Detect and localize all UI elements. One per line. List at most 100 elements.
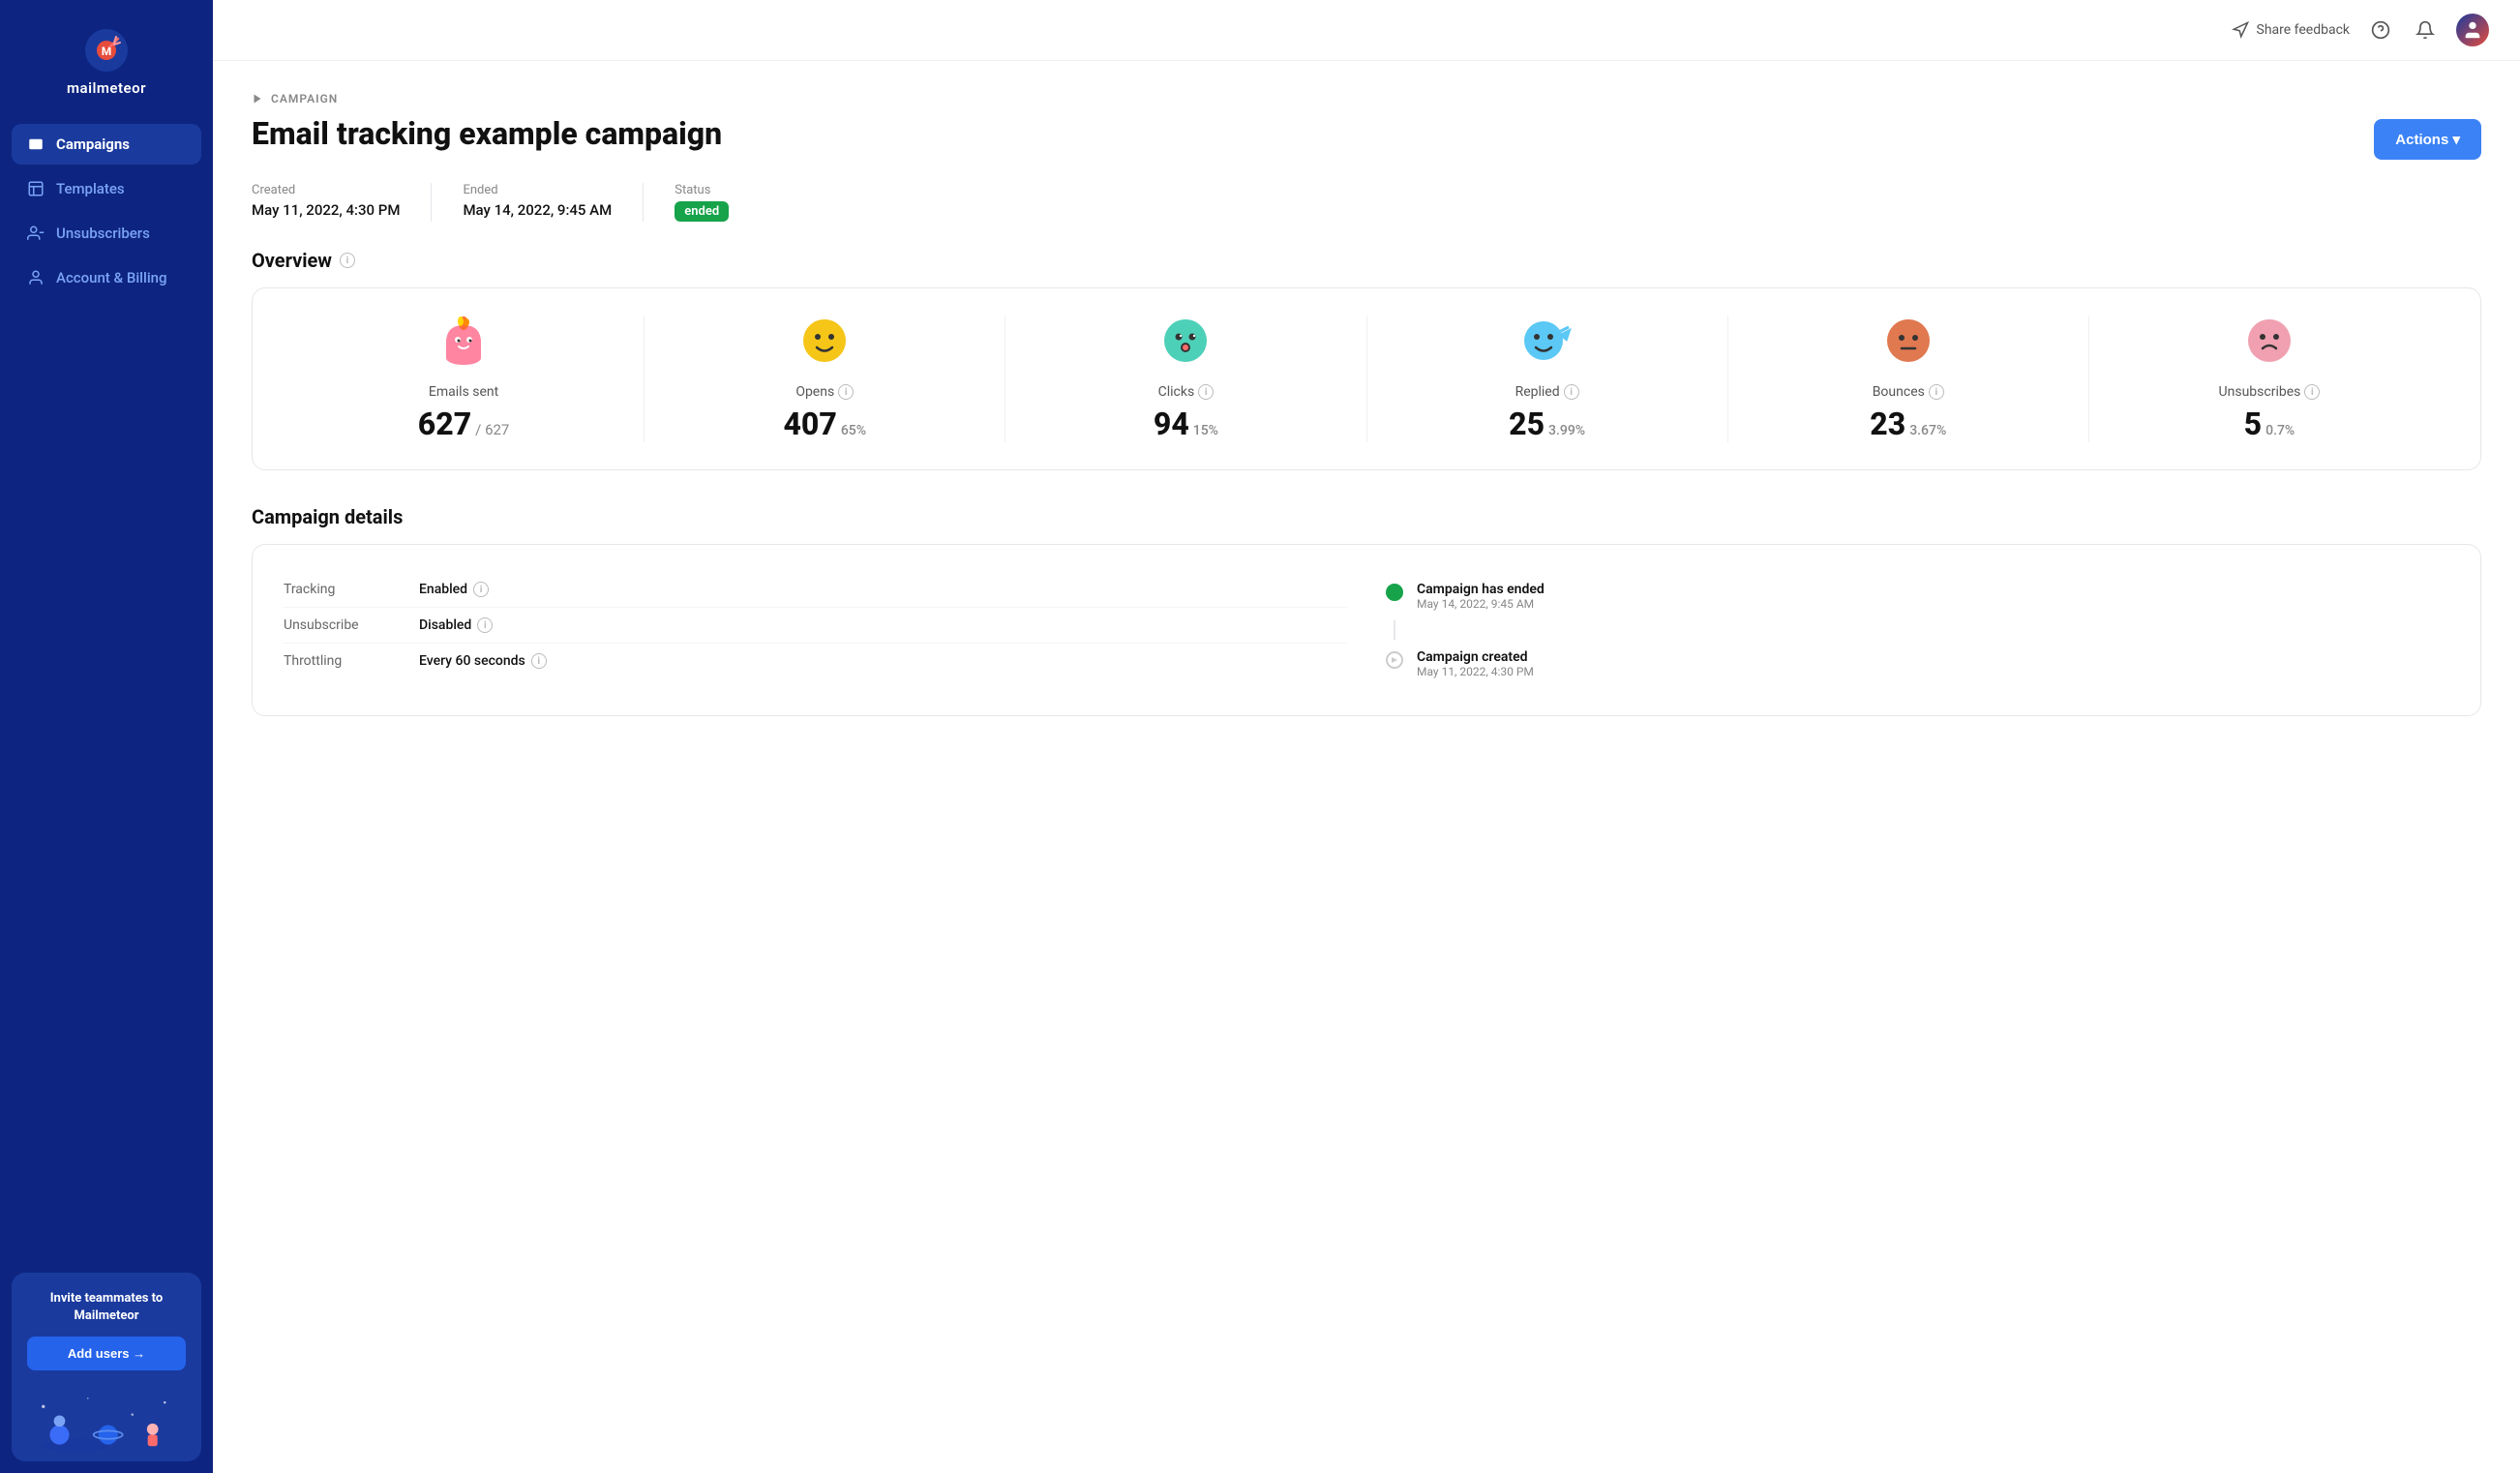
- timeline-content-created: Campaign created May 11, 2022, 4:30 PM: [1417, 649, 1534, 678]
- overview-title-text: Overview: [252, 249, 332, 272]
- unsubscribe-value: Disabled i: [419, 617, 493, 633]
- sidebar: M mailmeteor Campaigns Templates: [0, 0, 213, 1473]
- actions-button[interactable]: Actions ▾: [2374, 119, 2481, 160]
- detail-row-unsubscribe: Unsubscribe Disabled i: [284, 608, 1347, 644]
- main-content: Share feedback CAMPA: [213, 0, 2520, 1473]
- opens-info-icon[interactable]: i: [838, 384, 854, 400]
- page-title: Email tracking example campaign: [252, 115, 722, 152]
- details-card: Tracking Enabled i Unsubscribe Disabled …: [252, 544, 2481, 716]
- detail-row-tracking: Tracking Enabled i: [284, 572, 1347, 608]
- sidebar-invite-box: Invite teammates to Mailmeteor Add users…: [12, 1273, 201, 1461]
- unsubscribes-emoji: [2244, 316, 2295, 373]
- clicks-value: 94 15%: [1154, 406, 1218, 442]
- throttling-value: Every 60 seconds i: [419, 653, 547, 669]
- opens-emoji: [799, 316, 850, 373]
- stat-opens: Opens i 407 65%: [645, 316, 1005, 442]
- account-icon: [27, 269, 45, 286]
- timeline-item-ended: Campaign has ended May 14, 2022, 9:45 AM: [1386, 572, 2449, 620]
- emails-sent-label: Emails sent: [429, 384, 498, 400]
- unsubscribe-key: Unsubscribe: [284, 617, 419, 633]
- tracking-value: Enabled i: [419, 582, 489, 597]
- created-value: May 11, 2022, 4:30 PM: [252, 201, 400, 219]
- unsubscribers-icon: [27, 225, 45, 242]
- meta-created: Created May 11, 2022, 4:30 PM: [252, 183, 432, 222]
- stat-unsubscribes: Unsubscribes i 5 0.7%: [2089, 316, 2449, 442]
- help-icon: [2371, 20, 2390, 40]
- sidebar-item-account-billing[interactable]: Account & Billing: [12, 257, 201, 298]
- bounces-value: 23 3.67%: [1870, 406, 1946, 442]
- overview-title: Overview i: [252, 249, 2481, 272]
- sidebar-item-account-billing-label: Account & Billing: [56, 269, 167, 286]
- details-left: Tracking Enabled i Unsubscribe Disabled …: [284, 572, 1347, 688]
- sidebar-invite-title: Invite teammates to Mailmeteor: [27, 1290, 186, 1325]
- clicks-label: Clicks i: [1158, 384, 1215, 400]
- ended-label: Ended: [463, 183, 612, 197]
- bounces-emoji: [1883, 316, 1934, 373]
- emails-sent-emoji: [438, 316, 489, 373]
- mailmeteor-logo-icon: M: [83, 27, 130, 74]
- replied-emoji: [1520, 316, 1575, 373]
- stat-bounces: Bounces i 23 3.67%: [1728, 316, 2089, 442]
- unsubscribes-label: Unsubscribes i: [2219, 384, 2321, 400]
- overview-card: Emails sent 627 / 627: [252, 287, 2481, 470]
- meta-status: Status ended: [675, 183, 760, 222]
- meta-ended: Ended May 14, 2022, 9:45 AM: [463, 183, 644, 222]
- detail-row-throttling: Throttling Every 60 seconds i: [284, 644, 1347, 678]
- replied-info-icon[interactable]: i: [1564, 384, 1579, 400]
- notifications-button[interactable]: [2412, 16, 2439, 44]
- megaphone-icon: [2232, 21, 2249, 39]
- campaigns-icon: [27, 135, 45, 153]
- bell-icon: [2415, 20, 2435, 40]
- timeline-content-ended: Campaign has ended May 14, 2022, 9:45 AM: [1417, 582, 1545, 611]
- status-label: Status: [675, 183, 729, 197]
- timeline-item-created: Campaign created May 11, 2022, 4:30 PM: [1386, 640, 2449, 688]
- sidebar-illustration: [27, 1384, 186, 1461]
- sidebar-item-campaigns[interactable]: Campaigns: [12, 124, 201, 165]
- page-header: Email tracking example campaign Actions …: [252, 115, 2481, 160]
- timeline-dot-green: [1386, 584, 1403, 601]
- sidebar-item-templates[interactable]: Templates: [12, 168, 201, 209]
- tracking-key: Tracking: [284, 582, 419, 597]
- bounces-info-icon[interactable]: i: [1929, 384, 1944, 400]
- replied-value: 25 3.99%: [1509, 406, 1585, 442]
- clicks-emoji: [1160, 316, 1211, 373]
- avatar[interactable]: [2456, 14, 2489, 46]
- clicks-info-icon[interactable]: i: [1198, 384, 1214, 400]
- tracking-info-icon[interactable]: i: [473, 582, 489, 597]
- timeline-connector: [1394, 620, 1395, 640]
- logo-text: mailmeteor: [67, 79, 146, 97]
- templates-icon: [27, 180, 45, 197]
- unsubscribes-info-icon[interactable]: i: [2304, 384, 2320, 400]
- help-button[interactable]: [2367, 16, 2394, 44]
- overview-info-icon[interactable]: i: [340, 253, 355, 268]
- add-users-button[interactable]: Add users →: [27, 1337, 186, 1370]
- feedback-button[interactable]: Share feedback: [2232, 21, 2351, 39]
- stat-emails-sent: Emails sent 627 / 627: [284, 316, 645, 442]
- bounces-label: Bounces i: [1873, 384, 1944, 400]
- opens-label: Opens i: [795, 384, 854, 400]
- sidebar-nav: Campaigns Templates Unsubscribers: [0, 116, 213, 1261]
- unsubscribe-info-icon[interactable]: i: [477, 617, 493, 633]
- timeline-date-ended: May 14, 2022, 9:45 AM: [1417, 597, 1545, 611]
- timeline-date-created: May 11, 2022, 4:30 PM: [1417, 665, 1534, 678]
- stat-replied: Replied i 25 3.99%: [1367, 316, 1728, 442]
- replied-label: Replied i: [1515, 384, 1579, 400]
- feedback-label: Share feedback: [2257, 22, 2351, 38]
- meta-row: Created May 11, 2022, 4:30 PM Ended May …: [252, 183, 2481, 222]
- breadcrumb-text: CAMPAIGN: [271, 92, 338, 105]
- timeline-dot-gray: [1386, 651, 1403, 669]
- breadcrumb-arrow-icon: [252, 93, 263, 105]
- campaign-details-title-text: Campaign details: [252, 505, 403, 528]
- throttling-key: Throttling: [284, 653, 419, 669]
- stat-clicks: Clicks i 94 15%: [1005, 316, 1366, 442]
- sidebar-logo: M mailmeteor: [0, 0, 213, 116]
- status-value: ended: [675, 201, 729, 222]
- sidebar-item-campaigns-label: Campaigns: [56, 135, 130, 153]
- avatar-icon: [2462, 19, 2483, 41]
- campaign-details-title: Campaign details: [252, 505, 2481, 528]
- sidebar-item-unsubscribers[interactable]: Unsubscribers: [12, 213, 201, 254]
- breadcrumb: CAMPAIGN: [252, 92, 2481, 105]
- throttling-info-icon[interactable]: i: [531, 653, 547, 669]
- status-badge: ended: [675, 201, 729, 222]
- timeline-title-created: Campaign created: [1417, 649, 1534, 665]
